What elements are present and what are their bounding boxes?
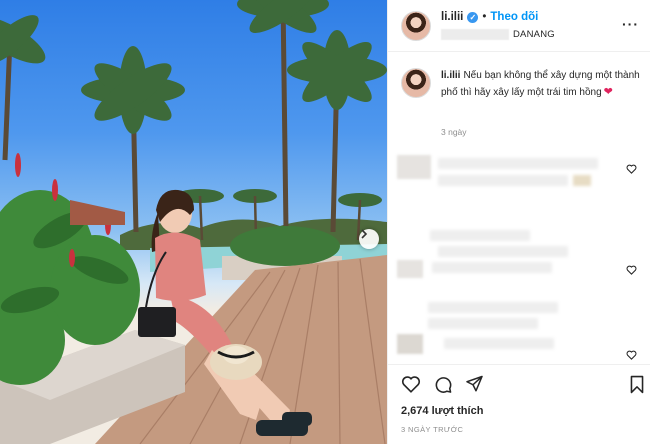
caption-avatar[interactable] — [401, 68, 431, 98]
caption-text: li.ilii Nếu bạn không thể xây dựng một th… — [441, 68, 641, 101]
location-label: DANANG — [513, 28, 555, 40]
bookmark-icon[interactable] — [629, 375, 645, 394]
separator-dot: • — [482, 11, 487, 23]
comment-line — [428, 302, 558, 313]
like-count[interactable]: 2,674 lượt thích — [401, 405, 483, 417]
blurred-comment — [388, 155, 650, 195]
avatar[interactable] — [401, 11, 431, 41]
blurred-location-prefix — [441, 28, 509, 40]
chevron-right-icon — [361, 229, 368, 239]
caption-timestamp[interactable]: 3 ngày — [441, 127, 467, 137]
red-heart-emoji: ❤ — [603, 86, 613, 98]
blurred-comment — [388, 300, 650, 360]
heart-icon[interactable] — [401, 375, 421, 393]
comment-avatar — [397, 260, 423, 278]
caption-username[interactable]: li.ilii — [441, 70, 460, 81]
comment-line — [438, 246, 568, 257]
comment-icon[interactable] — [433, 375, 453, 394]
post-photo — [0, 0, 387, 444]
comment-heart-icon[interactable] — [626, 164, 637, 174]
username-link[interactable]: li.ilii — [441, 11, 463, 23]
location-row[interactable]: DANANG — [441, 28, 555, 40]
blurred-comment — [388, 228, 650, 278]
comment-line — [432, 262, 552, 273]
comment-line — [573, 175, 591, 186]
photo-illustration — [0, 0, 387, 444]
verified-badge-icon: ✓ — [467, 11, 479, 23]
post-timestamp[interactable]: 3 NGÀY TRƯỚC — [401, 425, 463, 434]
comment-line — [428, 318, 538, 329]
comment-avatar — [397, 334, 423, 354]
send-icon[interactable] — [465, 375, 484, 393]
header-user-row: li.ilii ✓ • Theo dõi — [441, 11, 538, 23]
comment-heart-icon[interactable] — [626, 265, 637, 275]
post-sidebar: li.ilii ✓ • Theo dõi DANANG ··· li.ilii N… — [387, 0, 650, 444]
post-header: li.ilii ✓ • Theo dõi DANANG ··· — [388, 0, 650, 52]
more-options-icon[interactable]: ··· — [622, 16, 639, 32]
comment-line — [438, 175, 568, 186]
comment-avatar — [397, 155, 431, 179]
comment-line — [430, 230, 530, 241]
comment-line — [438, 158, 598, 169]
post-actions: 2,674 lượt thích 3 NGÀY TRƯỚC — [388, 364, 650, 444]
follow-button[interactable]: Theo dõi — [490, 11, 538, 23]
comment-heart-icon[interactable] — [626, 350, 637, 360]
comment-line — [444, 338, 554, 349]
next-photo-button[interactable] — [359, 229, 379, 249]
